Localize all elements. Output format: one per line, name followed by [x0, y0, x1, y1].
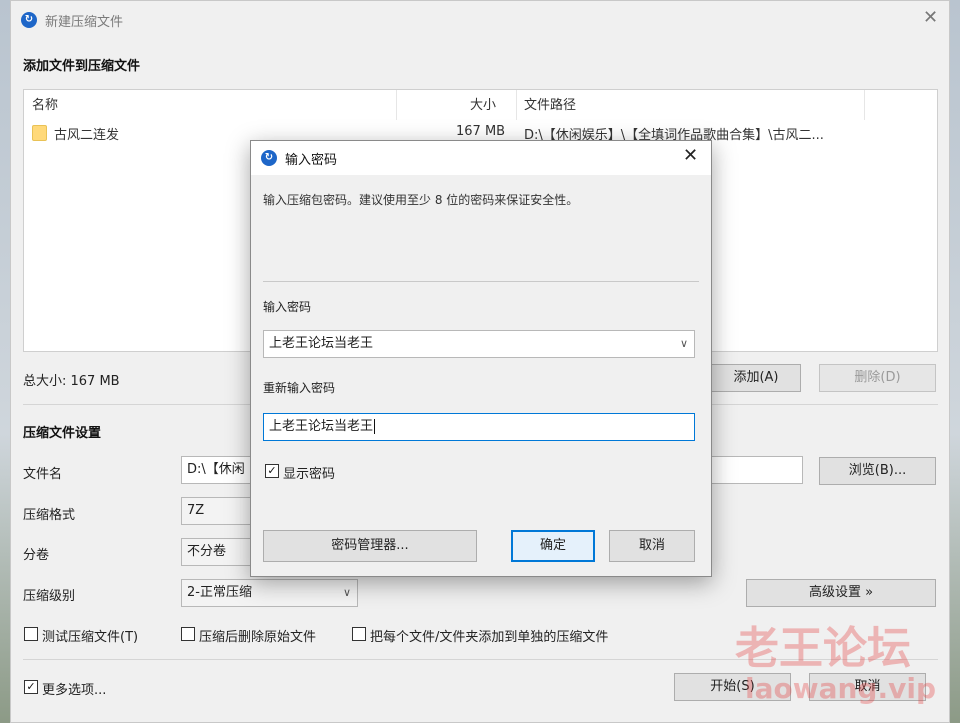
text-caret [374, 419, 376, 434]
total-size: 总大小: 167 MB [23, 374, 120, 389]
watermark-url: laowang.vip [745, 672, 936, 705]
reenter-value: 上老王论坛当老王 [269, 419, 374, 434]
more-options-checkbox[interactable]: ✓ [24, 680, 38, 694]
watermark-title: 老王论坛 [735, 623, 911, 674]
password-dialog: ↻ 输入密码 ✕ 输入压缩包密码。建议使用至少 8 位的密码来保证安全性。 输入… [250, 140, 712, 577]
separate-archives-checkbox[interactable] [352, 627, 366, 641]
column-header-name[interactable]: 名称 [32, 94, 58, 113]
filename-label: 文件名 [23, 467, 63, 482]
delete-button[interactable]: 删除(D) [819, 364, 936, 392]
window-title: 新建压缩文件 [45, 15, 124, 30]
test-archive-checkbox[interactable] [24, 627, 38, 641]
dialog-close-icon[interactable]: ✕ [683, 145, 698, 166]
password-manager-button[interactable]: 密码管理器... [263, 530, 477, 562]
dialog-titlebar: ↻ 输入密码 ✕ [251, 141, 711, 175]
dialog-title: 输入密码 [285, 153, 338, 168]
reenter-password-input[interactable]: 上老王论坛当老王 [263, 413, 695, 441]
file-size: 167 MB [456, 124, 506, 139]
add-button[interactable]: 添加(A) [711, 364, 801, 392]
split-label: 分卷 [23, 548, 50, 563]
show-password-checkbox[interactable]: ✓ [265, 464, 279, 478]
file-name: 古风二连发 [54, 128, 120, 143]
format-label: 压缩格式 [23, 508, 76, 523]
close-icon[interactable]: ✕ [923, 7, 938, 28]
chevron-down-icon[interactable]: ∨ [680, 331, 688, 357]
browse-button[interactable]: 浏览(B)... [819, 457, 936, 485]
separate-archives-label[interactable]: 把每个文件/文件夹添加到单独的压缩文件 [370, 626, 608, 645]
dialog-description: 输入压缩包密码。建议使用至少 8 位的密码来保证安全性。 [263, 193, 579, 207]
settings-header: 压缩文件设置 [23, 426, 102, 441]
password-value: 上老王论坛当老王 [269, 336, 374, 351]
column-divider [396, 90, 397, 120]
more-options-label[interactable]: 更多选项... [42, 679, 106, 698]
chevron-down-icon: ∨ [342, 586, 351, 599]
ok-button[interactable]: 确定 [511, 530, 595, 562]
level-value: 2-正常压缩 [187, 585, 252, 600]
column-divider [516, 90, 517, 120]
level-select[interactable]: 2-正常压缩 ∨ [181, 579, 358, 607]
folder-icon [32, 125, 47, 141]
reenter-label: 重新输入密码 [263, 381, 336, 395]
column-header-size[interactable]: 大小 [470, 94, 496, 113]
password-input[interactable]: 上老王论坛当老王 ∨ [263, 330, 695, 358]
password-label: 输入密码 [263, 300, 312, 314]
add-files-header: 添加文件到压缩文件 [23, 59, 141, 74]
column-divider [864, 90, 865, 120]
column-header-path[interactable]: 文件路径 [524, 94, 576, 113]
advanced-settings-button[interactable]: 高级设置 » [746, 579, 936, 607]
divider [263, 281, 699, 282]
show-password-label[interactable]: 显示密码 [283, 463, 335, 482]
app-logo-icon: ↻ [261, 150, 277, 166]
test-archive-label[interactable]: 测试压缩文件(T) [42, 626, 138, 645]
delete-after-label[interactable]: 压缩后删除原始文件 [199, 626, 316, 645]
level-label: 压缩级别 [23, 589, 76, 604]
split-select[interactable]: 不分卷 [181, 538, 251, 566]
window-titlebar: ↻ 新建压缩文件 ✕ [11, 1, 949, 39]
delete-after-checkbox[interactable] [181, 627, 195, 641]
app-logo-icon: ↻ [21, 12, 37, 28]
dialog-cancel-button[interactable]: 取消 [609, 530, 695, 562]
format-select[interactable]: 7Z [181, 497, 251, 525]
